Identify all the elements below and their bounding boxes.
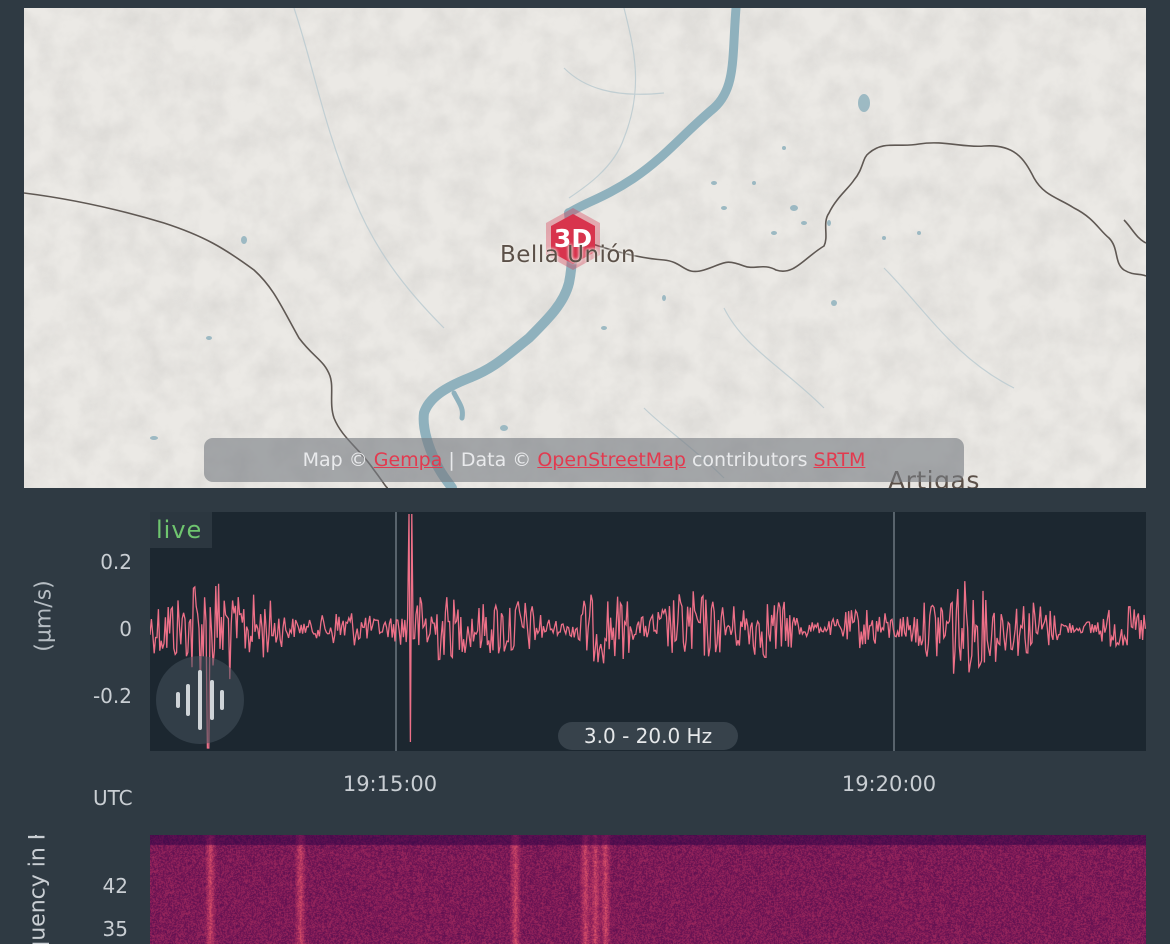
waveform-plot[interactable]: live 3.0 - 20.0 Hz bbox=[150, 512, 1146, 751]
attribution-prefix: Map © bbox=[302, 449, 368, 471]
waveform-y-tick: 0.2 bbox=[100, 550, 132, 574]
waveform-svg bbox=[150, 512, 1146, 751]
filter-badge[interactable]: 3.0 - 20.0 Hz bbox=[558, 722, 738, 750]
city-label: Bella Unión bbox=[500, 242, 637, 268]
gempa-link[interactable]: Gempa bbox=[374, 449, 443, 471]
live-badge: live bbox=[150, 512, 213, 548]
spectrogram-canvas bbox=[150, 835, 1146, 944]
openstreetmap-link[interactable]: OpenStreetMap bbox=[537, 449, 686, 471]
attribution-middle: contributors bbox=[691, 449, 808, 471]
spectrogram-y-tick: 35 bbox=[102, 917, 128, 941]
map-view[interactable]: 3D Bella Unión Artigas Map © Gempa | Dat… bbox=[24, 8, 1146, 488]
audio-button[interactable] bbox=[156, 656, 244, 744]
spectrogram-y-tick: 42 bbox=[102, 874, 128, 898]
waveform-y-axis-label: (µm/s) bbox=[31, 580, 57, 652]
waveform-x-tick: 19:15:00 bbox=[342, 772, 438, 796]
timezone-label: UTC bbox=[93, 786, 133, 810]
waveform-y-tick: -0.2 bbox=[92, 684, 132, 708]
spectrogram-axis-area: Frequency in Hz bbox=[0, 835, 60, 944]
sound-wave-icon bbox=[176, 670, 224, 730]
waveform-x-tick: 19:20:00 bbox=[841, 772, 937, 796]
attribution-separator: | Data © bbox=[448, 449, 532, 471]
waveform-trace bbox=[150, 513, 1146, 749]
srtm-link[interactable]: SRTM bbox=[814, 449, 866, 471]
map-attribution: Map © Gempa | Data © OpenStreetMap contr… bbox=[204, 438, 964, 482]
waveform-y-tick: 0 bbox=[119, 617, 132, 641]
spectrogram-plot[interactable] bbox=[150, 835, 1146, 944]
spectrogram-y-axis-label: Frequency in Hz bbox=[25, 835, 51, 944]
